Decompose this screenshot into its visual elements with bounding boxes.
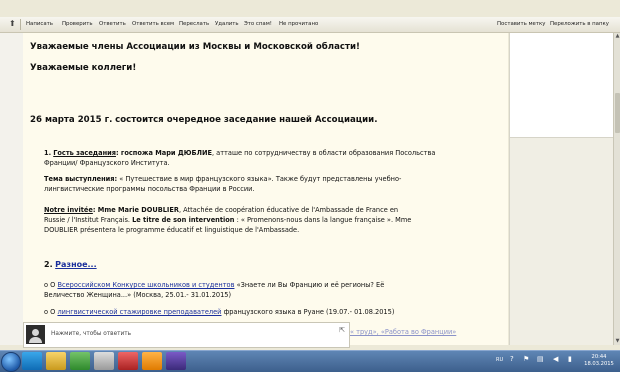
reply-placeholder[interactable]: Нажмите, чтобы ответить	[51, 331, 131, 337]
avatar-head	[32, 329, 39, 336]
fr-guest-title: , Attachée de coopération éducative de l…	[178, 206, 399, 214]
fr-guest-label: Notre invitée	[44, 206, 93, 214]
compose-button[interactable]: Написать	[26, 21, 53, 27]
talk-text: « Путешествие в мир французского языка».…	[119, 175, 402, 183]
spam-button[interactable]: Это спам!	[244, 21, 272, 27]
avatar	[26, 325, 45, 344]
media-icon[interactable]	[70, 352, 90, 370]
check-button[interactable]: Проверить	[62, 21, 93, 27]
internship-text: французского языка в Руане (19.07.- 01.0…	[223, 308, 395, 316]
contest-text: «Знаете ли Вы Францию и её регионы? Её	[236, 281, 385, 289]
section-number: 2.	[44, 260, 53, 269]
guest-label: Гость заседания	[53, 149, 116, 157]
guest-name: : госпожа Мари ДЮБЛИЕ	[115, 149, 212, 157]
quick-reply-bar[interactable]: Нажмите, чтобы ответить ⇱	[23, 322, 350, 348]
toolbar-divider	[20, 19, 21, 30]
misc-link[interactable]: Разное...	[55, 260, 96, 269]
fr-line-3: DOUBLIER présentera le programme éducati…	[44, 226, 300, 234]
fr-guest-name: : Mme Marie DOUBLIER	[92, 206, 179, 214]
app-icon[interactable]	[94, 352, 114, 370]
section-number: 1.	[44, 149, 52, 157]
firefox-icon[interactable]	[142, 352, 162, 370]
talk-line-2: лингвистические программы посольства Фра…	[44, 185, 255, 193]
fr-talk-title: : « Promenons-nous dans la langue frança…	[234, 216, 412, 224]
meeting-date: 26 марта 2015 г.	[30, 115, 113, 125]
internship-link[interactable]: лингвистической стажировке преподавателе…	[57, 308, 221, 316]
add-label-button[interactable]: Поставить метку	[497, 21, 545, 27]
message-body: Уважаемые члены Ассоциации из Москвы и М…	[23, 33, 508, 345]
internship-line: о О лингвистической стажировке преподава…	[44, 308, 394, 316]
clock-time: 20:44	[591, 354, 607, 360]
help-icon[interactable]: ?	[510, 355, 514, 363]
greeting-colleagues: Уважаемые коллеги!	[30, 63, 137, 73]
scroll-up-icon[interactable]: ▲	[614, 33, 620, 40]
system-clock[interactable]: 20:44 18.03.2015	[582, 354, 616, 368]
fr-institute: Russie / l'Institut Français.	[44, 216, 133, 224]
avatar-body	[29, 337, 42, 343]
fr-line-1: Notre invitée: Mme Marie DOUBLIER, Attac…	[44, 206, 398, 214]
left-gutter	[0, 33, 23, 345]
reply-all-button[interactable]: Ответить всем	[132, 21, 174, 27]
power-icon[interactable]: ▮	[568, 355, 572, 363]
flag-icon[interactable]: ⚑	[523, 355, 529, 363]
mark-unread-button[interactable]: Не прочитано	[279, 21, 318, 27]
guest-title: , атташе по сотрудничеству в области обр…	[211, 149, 436, 157]
opera-icon[interactable]	[118, 352, 138, 370]
scroll-thumb[interactable]	[615, 93, 620, 133]
folder-icon[interactable]	[46, 352, 66, 370]
talk-label: Тема выступления:	[44, 175, 118, 183]
taskbar: RU ? ⚑ ▤ ◀ ▮ 20:44 18.03.2015	[0, 350, 620, 372]
bullet: о О	[44, 308, 56, 316]
clock-date: 18.03.2015	[584, 361, 614, 367]
meeting-announcement-text: состоится очередное заседание нашей Ассо…	[115, 115, 378, 125]
misc-heading: 2. Разное...	[44, 260, 97, 269]
greeting-members: Уважаемые члены Ассоциации из Москвы и М…	[30, 42, 360, 52]
contest-line-2: Величество Женщина...» (Москва, 25.01.- …	[44, 291, 232, 299]
ad-panel	[509, 33, 614, 138]
forward-button[interactable]: Переслать	[179, 21, 209, 27]
start-button[interactable]	[1, 352, 21, 372]
expand-icon[interactable]: ⇱	[339, 326, 345, 334]
back-arrow-icon[interactable]: ⬆	[9, 20, 16, 28]
guest-line-1: 1. Гость заседания: госпожа Мари ДЮБЛИЕ,…	[44, 149, 435, 157]
partial-link[interactable]: « труд», «Работа во Франции»	[350, 328, 456, 336]
torrent-icon[interactable]	[166, 352, 186, 370]
skype-icon[interactable]	[22, 352, 42, 370]
fr-line-2: Russie / l'Institut Français. Le titre d…	[44, 216, 411, 224]
guest-line-2: Франции/ Французского Института.	[44, 159, 170, 167]
bullet: о О	[44, 281, 56, 289]
contest-link[interactable]: Всероссийском Конкурсе школьников и студ…	[57, 281, 234, 289]
delete-button[interactable]: Удалить	[215, 21, 239, 27]
side-panel	[509, 138, 614, 345]
screen: ⬆ Написать Проверить Ответить Ответить в…	[0, 0, 620, 372]
scroll-down-icon[interactable]: ▼	[614, 338, 620, 345]
fr-talk-label: Le titre de son intervention	[132, 216, 235, 224]
meeting-announcement: 26 марта 2015 г. состоится очередное зас…	[30, 115, 377, 125]
contest-line-1: о О Всероссийском Конкурсе школьников и …	[44, 281, 384, 289]
mail-toolbar: ⬆ Написать Проверить Ответить Ответить в…	[0, 17, 620, 33]
volume-icon[interactable]: ◀	[553, 355, 558, 363]
network-icon[interactable]: ▤	[537, 355, 544, 363]
talk-line-1: Тема выступления: « Путешествие в мир фр…	[44, 175, 401, 183]
move-to-folder-button[interactable]: Переложить в папку	[550, 21, 609, 27]
vertical-scrollbar[interactable]: ▲ ▼	[613, 33, 620, 345]
reply-button[interactable]: Ответить	[99, 21, 126, 27]
keyboard-language[interactable]: RU	[496, 357, 503, 363]
